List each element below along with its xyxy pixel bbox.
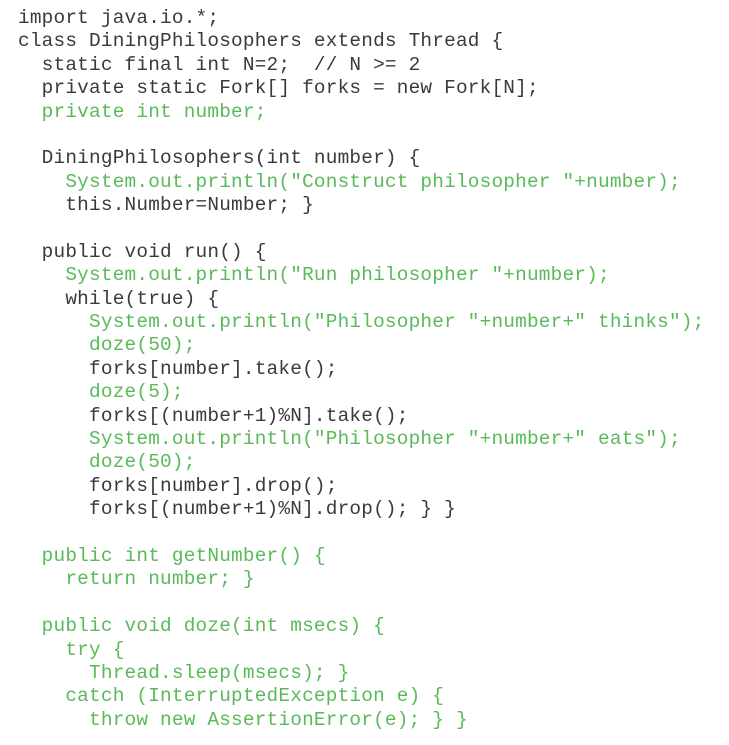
code-line: private int number; bbox=[18, 101, 705, 124]
code-listing: import java.io.*; class DiningPhilosopher… bbox=[18, 7, 705, 732]
code-line: public void run() { bbox=[18, 241, 705, 264]
code-token: static final int N=2; // N >= 2 bbox=[18, 53, 421, 76]
code-line: System.out.println("Philosopher "+number… bbox=[18, 311, 705, 334]
code-token: doze(50); bbox=[18, 334, 196, 357]
code-token: DiningPhilosophers(int number) { bbox=[18, 147, 421, 170]
code-token: try { bbox=[18, 638, 125, 661]
code-token: System.out.println("Philosopher "+number… bbox=[18, 428, 681, 451]
code-line: catch (InterruptedException e) { bbox=[18, 685, 705, 708]
code-line: private static Fork[] forks = new Fork[N… bbox=[18, 77, 705, 100]
code-token: public int getNumber() { bbox=[18, 544, 326, 567]
code-token: doze(50); bbox=[18, 451, 196, 474]
code-token: this.Number=Number; } bbox=[18, 194, 314, 217]
code-line: return number; } bbox=[18, 568, 705, 591]
code-line: forks[(number+1)%N].take(); bbox=[18, 405, 705, 428]
code-token: public void run() { bbox=[18, 240, 267, 263]
code-line: static final int N=2; // N >= 2 bbox=[18, 54, 705, 77]
code-token: System.out.println("Run philosopher "+nu… bbox=[18, 264, 610, 287]
code-token: return number; } bbox=[18, 568, 255, 591]
code-token: class DiningPhilosophers extends Thread … bbox=[18, 30, 504, 53]
code-line: throw new AssertionError(e); } } bbox=[18, 709, 705, 732]
code-token: private static Fork[] forks = new Fork[N… bbox=[18, 77, 539, 100]
code-token: catch (InterruptedException e) { bbox=[18, 685, 445, 708]
code-token: forks[(number+1)%N].take(); bbox=[18, 404, 409, 427]
code-line: forks[number].drop(); bbox=[18, 475, 705, 498]
code-token: throw new AssertionError(e); } } bbox=[18, 708, 468, 731]
code-line: public int getNumber() { bbox=[18, 545, 705, 568]
code-line: Thread.sleep(msecs); } bbox=[18, 662, 705, 685]
code-token: doze(5); bbox=[18, 381, 184, 404]
code-token: import java.io.*; bbox=[18, 7, 220, 29]
code-token: forks[(number+1)%N].drop(); } } bbox=[18, 498, 456, 521]
code-line: System.out.println("Construct philosophe… bbox=[18, 171, 705, 194]
code-token: Thread.sleep(msecs); } bbox=[18, 661, 350, 684]
code-line: doze(50); bbox=[18, 451, 705, 474]
code-line: this.Number=Number; } bbox=[18, 194, 705, 217]
code-token: System.out.println("Construct philosophe… bbox=[18, 170, 681, 193]
code-line: while(true) { bbox=[18, 288, 705, 311]
code-line: DiningPhilosophers(int number) { bbox=[18, 147, 705, 170]
code-token: forks[number].drop(); bbox=[18, 474, 338, 497]
code-line: forks[number].take(); bbox=[18, 358, 705, 381]
code-token: System.out.println("Philosopher "+number… bbox=[18, 311, 705, 334]
code-line: public void doze(int msecs) { bbox=[18, 615, 705, 638]
code-token: private int number; bbox=[18, 100, 267, 123]
code-token: while(true) { bbox=[18, 287, 220, 310]
code-line: doze(5); bbox=[18, 381, 705, 404]
code-line: System.out.println("Philosopher "+number… bbox=[18, 428, 705, 451]
code-line: doze(50); bbox=[18, 334, 705, 357]
code-line: try { bbox=[18, 639, 705, 662]
code-token: forks[number].take(); bbox=[18, 357, 338, 380]
code-line: forks[(number+1)%N].drop(); } } bbox=[18, 498, 705, 521]
code-token: public void doze(int msecs) { bbox=[18, 615, 385, 638]
code-line: class DiningPhilosophers extends Thread … bbox=[18, 30, 705, 53]
code-line: System.out.println("Run philosopher "+nu… bbox=[18, 264, 705, 287]
code-line: import java.io.*; bbox=[18, 7, 705, 30]
